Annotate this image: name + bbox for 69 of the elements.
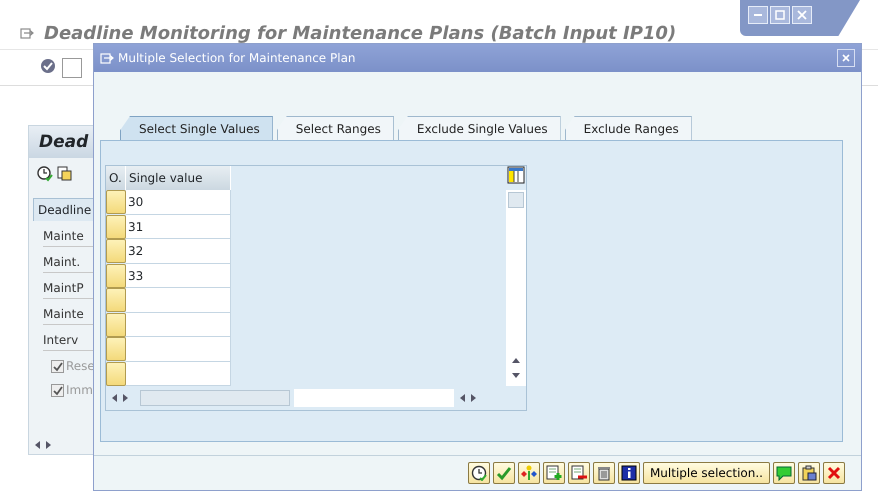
panel-heading: Dead (39, 132, 88, 152)
dialog-title: Multiple Selection for Maintenance Plan (118, 50, 356, 67)
column-header[interactable]: Single value (126, 166, 231, 190)
table-cell[interactable]: 31 (126, 214, 231, 239)
command-field[interactable] (62, 58, 82, 78)
tab[interactable]: Select Ranges (276, 116, 394, 140)
checkbox-label: Imm (66, 383, 93, 397)
close-button[interactable] (837, 49, 855, 67)
cancel-icon (826, 465, 842, 481)
right-arrow-icon[interactable] (45, 440, 53, 450)
left-arrow-icon[interactable] (458, 393, 466, 403)
add-rows-button[interactable] (542, 462, 565, 484)
cancel-button[interactable] (823, 462, 845, 484)
scroll-thumb[interactable] (508, 192, 524, 208)
scroll-thumb[interactable] (140, 390, 290, 406)
speech-bubble-icon (776, 465, 792, 481)
table-cell[interactable] (126, 362, 231, 386)
check-icon[interactable] (40, 58, 56, 74)
diamond-shapes-icon (520, 465, 537, 481)
table-cell[interactable] (126, 312, 231, 337)
checkmark-icon (52, 386, 62, 396)
window-title: Deadline Monitoring for Maintenance Plans (Batch Input IP10) (44, 22, 676, 46)
minimize-icon (754, 14, 762, 16)
trash-icon (596, 465, 612, 481)
close-icon (842, 54, 850, 62)
checkbox-label: Rese (66, 359, 95, 373)
tab[interactable]: Select Single Values (120, 116, 273, 140)
field-label: Mainte (43, 307, 84, 321)
right-arrow-icon[interactable] (470, 393, 478, 403)
checkmark-icon (496, 465, 512, 481)
clipboard-button[interactable] (798, 462, 820, 484)
clock-icon (470, 465, 487, 481)
checkmark-button[interactable] (492, 462, 515, 484)
column-header[interactable]: O. (106, 166, 126, 190)
field-label: MaintP (43, 281, 84, 295)
table-cell[interactable]: 33 (126, 264, 231, 288)
left-arrow-icon[interactable] (110, 393, 118, 403)
table-cell[interactable]: 30 (126, 190, 231, 214)
speech-bubble-button[interactable] (773, 462, 795, 484)
left-arrow-icon[interactable] (33, 440, 41, 450)
clipboard-icon (801, 465, 817, 481)
info-icon (620, 465, 637, 481)
multiple-selection-button[interactable]: Multiple selection.. (642, 462, 770, 484)
checkmark-icon (52, 362, 62, 372)
info-button[interactable] (618, 462, 640, 484)
trash-button[interactable] (592, 462, 615, 484)
clock-icon[interactable] (37, 166, 53, 182)
right-arrow-icon[interactable] (122, 393, 130, 403)
field-label: Maint. (43, 255, 80, 269)
tab[interactable]: Exclude Single Values (398, 116, 561, 140)
tab[interactable]: Exclude Ranges (564, 116, 692, 140)
column-layout-icon[interactable] (507, 166, 525, 184)
maximize-icon (775, 10, 785, 20)
field-label: Interv (43, 333, 78, 347)
field-label: Mainte (43, 229, 84, 243)
scroll-up-icon[interactable] (511, 356, 521, 364)
clock-button[interactable] (468, 462, 490, 484)
documents-icon[interactable] (57, 166, 73, 182)
menu-icon[interactable] (20, 27, 34, 40)
remove-rows-button[interactable] (568, 462, 590, 484)
table-cell[interactable] (126, 288, 231, 312)
table-cell[interactable]: 32 (126, 239, 231, 264)
scroll-down-icon[interactable] (511, 372, 521, 380)
diamond-shapes-button[interactable] (518, 462, 540, 484)
table-cell[interactable] (126, 337, 231, 362)
remove-rows-icon (570, 465, 587, 481)
close-icon (797, 10, 807, 20)
add-rows-icon (546, 465, 562, 481)
dialog-icon (100, 52, 114, 64)
